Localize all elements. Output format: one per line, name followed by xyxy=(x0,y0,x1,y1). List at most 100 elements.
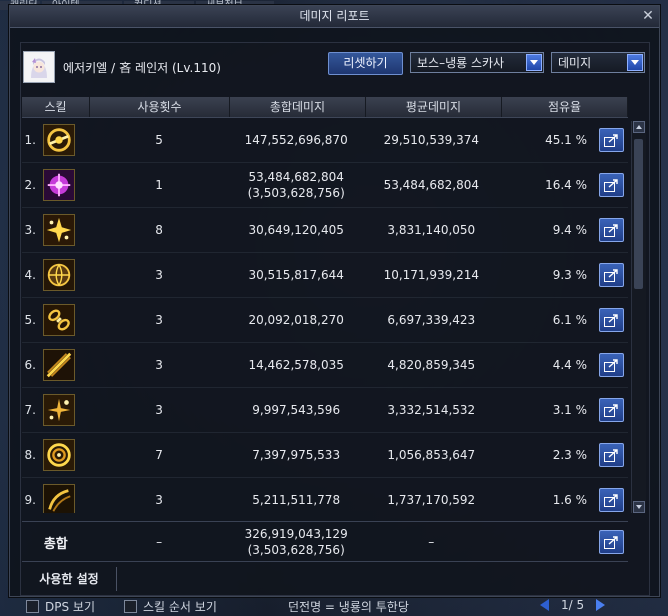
share-button[interactable] xyxy=(599,218,625,242)
checkbox-icon[interactable] xyxy=(124,600,137,613)
row-index: 1. xyxy=(24,133,36,147)
scroll-up-icon[interactable] xyxy=(633,121,645,133)
total-avg: – xyxy=(428,535,435,549)
share-button[interactable] xyxy=(599,353,625,377)
skill-icon-slash xyxy=(43,349,75,381)
table-row: 1. 5 147,552,696,870 29,510,539,374 45.1… xyxy=(22,118,628,163)
use-count: 3 xyxy=(155,313,163,327)
skill-icon-star-burst xyxy=(43,214,75,246)
table-row: 9. 3 5,211,511,778 1,737,170,592 1.6 % xyxy=(22,478,628,513)
share-percent: 45.1 % xyxy=(545,133,588,147)
share-button[interactable] xyxy=(599,398,625,422)
row-index: 2. xyxy=(24,178,36,192)
total-damage: 30,515,817,644 xyxy=(229,267,364,283)
scroll-down-icon[interactable] xyxy=(633,501,645,513)
total-damage-value: 30,515,817,644 xyxy=(248,268,344,282)
avg-damage: 29,510,539,374 xyxy=(383,133,479,147)
report-type-value: 데미지 xyxy=(558,56,592,70)
total-damage-value: 53,484,682,804 xyxy=(248,170,344,184)
total-count: – xyxy=(156,535,163,549)
total-label: 총합 xyxy=(43,536,68,552)
share-percent: 9.3 % xyxy=(552,268,588,282)
chevron-down-icon[interactable] xyxy=(627,54,643,71)
share-button[interactable] xyxy=(599,530,625,554)
reset-button[interactable]: 리셋하기 xyxy=(328,52,403,75)
total-damage-value: 9,997,543,596 xyxy=(252,403,341,417)
total-damage: 9,997,543,596 xyxy=(229,402,364,418)
skill-order-label: 스킬 순서 보기 xyxy=(143,600,217,614)
share-button[interactable] xyxy=(599,443,625,467)
skill-icon-chain xyxy=(43,304,75,336)
checkbox-icon[interactable] xyxy=(26,600,39,613)
share-icon xyxy=(604,178,618,192)
share-button[interactable] xyxy=(599,263,625,287)
total-damage-value: 5,211,511,778 xyxy=(252,493,341,507)
avatar xyxy=(23,51,55,83)
share-icon xyxy=(604,535,618,549)
damage-report-window: 데미지 리포트 ✕ 에저키엘 / 吝 레인저 (Lv.110) 리셋하기 보스–… xyxy=(9,5,660,597)
share-percent: 1.6 % xyxy=(552,493,588,507)
share-button[interactable] xyxy=(599,173,625,197)
character-title: 吝 레인저 (Lv.110) xyxy=(119,60,221,75)
table-row: 6. 3 14,462,578,035 4,820,859,345 4.4 % xyxy=(22,343,628,388)
character-info: 에저키엘 / 吝 레인저 (Lv.110) xyxy=(23,47,221,87)
used-settings-tab[interactable]: 사용한 설정 xyxy=(22,567,117,591)
avg-damage: 4,820,859,345 xyxy=(387,358,476,372)
skill-icon-dash xyxy=(43,484,75,513)
character-name: 에저키엘 / 吝 레인저 (Lv.110) xyxy=(63,60,221,75)
chevron-down-icon[interactable] xyxy=(526,54,542,71)
total-row: 총합 – 326,919,043,129 (3,503,628,756) – xyxy=(22,521,628,562)
total-damage-sum: 326,919,043,129 (3,503,628,756) xyxy=(229,526,364,558)
total-damage: 7,397,975,533 xyxy=(229,447,364,463)
table-header: 스킬 사용횟수 총합데미지 평균데미지 점유율 xyxy=(22,97,628,118)
skill-order-checkbox[interactable]: 스킬 순서 보기 xyxy=(124,598,217,615)
total-damage-value: 7,397,975,533 xyxy=(252,448,341,462)
avg-damage: 3,831,140,050 xyxy=(387,223,476,237)
avg-damage: 1,737,170,592 xyxy=(387,493,476,507)
share-percent: 2.3 % xyxy=(552,448,588,462)
pagination: 1/ 5 xyxy=(540,598,606,612)
use-count: 8 xyxy=(155,223,163,237)
row-index: 4. xyxy=(24,268,36,282)
share-icon xyxy=(604,223,618,237)
total-damage-value: 20,092,018,270 xyxy=(248,313,344,327)
next-page-icon[interactable] xyxy=(596,599,606,611)
header-skill[interactable]: 스킬 xyxy=(22,97,90,117)
share-button[interactable] xyxy=(599,308,625,332)
total-damage-value: 30,649,120,405 xyxy=(248,223,344,237)
dps-view-checkbox[interactable]: DPS 보기 xyxy=(26,598,95,615)
report-type-select[interactable]: 데미지 xyxy=(551,52,645,73)
use-count: 7 xyxy=(155,448,163,462)
avatar-portrait-icon xyxy=(26,54,52,80)
skill-icon-sparkle xyxy=(43,394,75,426)
scroll-thumb[interactable] xyxy=(634,139,643,289)
prev-page-icon[interactable] xyxy=(540,599,549,611)
header-share[interactable]: 점유율 xyxy=(502,97,628,117)
header-avg[interactable]: 평균데미지 xyxy=(366,97,502,117)
window-titlebar[interactable]: 데미지 리포트 xyxy=(10,6,659,28)
row-index: 9. xyxy=(24,493,36,507)
header-count[interactable]: 사용횟수 xyxy=(90,97,230,117)
share-icon xyxy=(604,358,618,372)
table-row: 3. 8 30,649,120,405 3,831,140,050 9.4 % xyxy=(22,208,628,253)
share-icon xyxy=(604,448,618,462)
share-icon xyxy=(604,313,618,327)
total-damage: 53,484,682,804 (3,503,628,756) xyxy=(229,169,364,201)
total-damage-sum-value: 326,919,043,129 xyxy=(244,527,348,541)
share-percent: 4.4 % xyxy=(552,358,588,372)
page-indicator: 1/ 5 xyxy=(561,598,585,612)
share-button[interactable] xyxy=(599,488,625,512)
row-index: 8. xyxy=(24,448,36,462)
share-button[interactable] xyxy=(599,128,625,152)
damage-table: 스킬 사용횟수 총합데미지 평균데미지 점유율 1. 5 147,552,696… xyxy=(22,97,628,513)
total-damage-value: 147,552,696,870 xyxy=(244,133,348,147)
boss-select[interactable]: 보스–냉룡 스카사 xyxy=(410,52,544,73)
table-scrollbar[interactable] xyxy=(631,121,646,513)
skill-icon-purple-burst xyxy=(43,169,75,201)
boss-select-value: 보스–냉룡 스카사 xyxy=(417,56,505,70)
header-total[interactable]: 총합데미지 xyxy=(230,97,366,117)
close-icon[interactable]: ✕ xyxy=(641,9,655,23)
total-damage: 5,211,511,778 xyxy=(229,492,364,508)
table-row: 2. 1 53,484,682,804 (3,503,628,756) 53,48… xyxy=(22,163,628,208)
share-percent: 3.1 % xyxy=(552,403,588,417)
